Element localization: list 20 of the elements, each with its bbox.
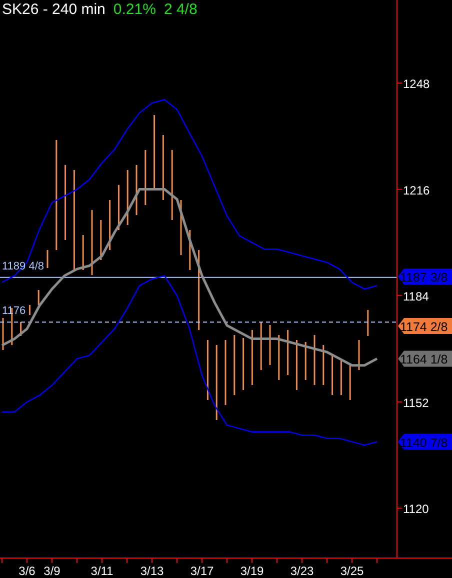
- axis-label: 1152: [403, 396, 429, 410]
- percent-change: 0.21%: [113, 1, 156, 19]
- axis-label: 3/17: [190, 564, 214, 578]
- axis-label: 3/9: [44, 564, 60, 578]
- axis-label: 3/25: [340, 564, 364, 578]
- axis-label: 1120: [403, 502, 429, 516]
- axis-label: 3/6: [18, 564, 36, 578]
- axis-label: 3/23: [290, 564, 314, 578]
- axis-label: 1248: [403, 77, 430, 92]
- axis-label: 1216: [403, 183, 430, 198]
- axis-label: 3/11: [90, 564, 114, 578]
- net-change: 2 4/8: [164, 1, 198, 19]
- price-tag: 1140 7/8: [398, 434, 452, 450]
- price-tag: 1164 1/8: [398, 350, 452, 367]
- axis-label: 1184: [403, 290, 429, 304]
- price-tag: 1174 2/8: [398, 318, 452, 334]
- axis-label: 3/19: [240, 564, 264, 578]
- price-tag: 1187 3/8: [398, 268, 452, 285]
- chart-title: SK26 - 240 min: [2, 1, 106, 19]
- axis-label: 3/13: [140, 564, 164, 578]
